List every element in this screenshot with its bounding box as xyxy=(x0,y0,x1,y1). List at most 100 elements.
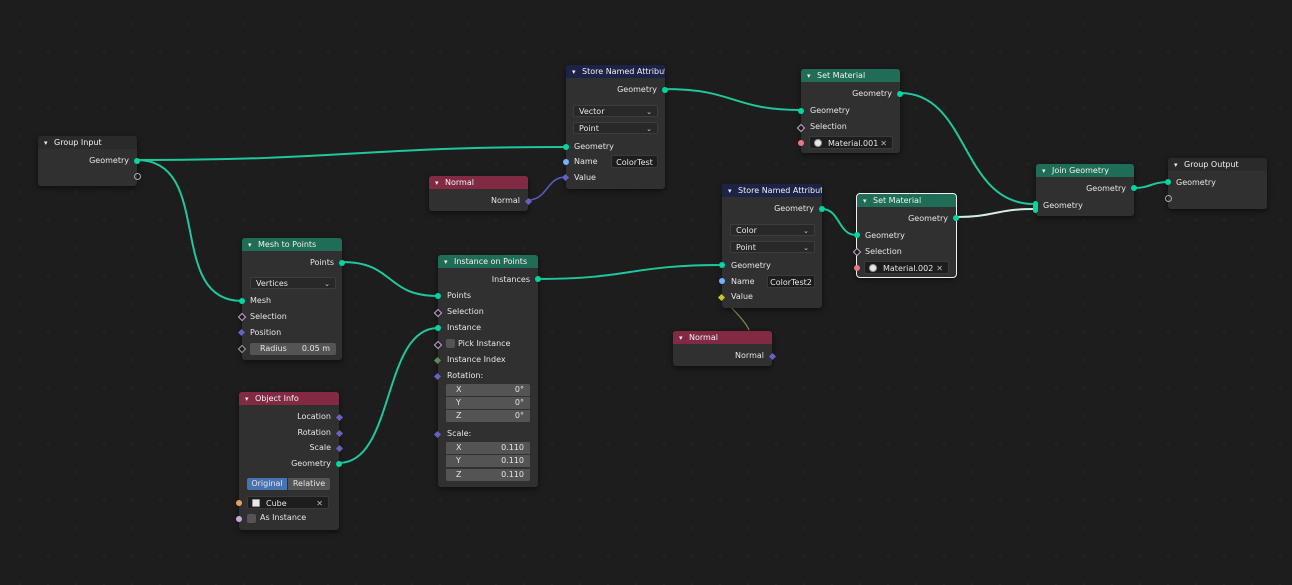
data-type-dropdown[interactable]: Vector ⌄ xyxy=(573,105,658,117)
empty-input-socket[interactable] xyxy=(1165,195,1172,202)
data-type-dropdown[interactable]: Color ⌄ xyxy=(730,224,815,236)
rotation-z-field[interactable]: Z 0° xyxy=(446,410,530,422)
object-input-socket[interactable] xyxy=(236,500,242,506)
set-material-node-2[interactable]: ▾ Set Material Geometry Geometry Selectio… xyxy=(852,193,959,278)
scale-y-field[interactable]: Y 0.110 xyxy=(446,455,530,467)
chevron-down-icon[interactable]: ▾ xyxy=(807,70,815,82)
scale-z-field[interactable]: Z 0.110 xyxy=(446,469,530,481)
geometry-output-socket[interactable] xyxy=(819,206,825,212)
name-field[interactable]: ColorTest xyxy=(611,155,658,168)
chevron-down-icon[interactable]: ▾ xyxy=(572,66,580,78)
rotation-output-socket[interactable] xyxy=(335,429,344,438)
selection-input-socket[interactable] xyxy=(796,123,806,133)
scale-output-socket[interactable] xyxy=(335,444,344,453)
rotation-input-socket[interactable] xyxy=(433,372,442,381)
selection-input-socket[interactable] xyxy=(852,247,862,257)
domain-dropdown[interactable]: Point ⌄ xyxy=(573,122,658,134)
mesh-to-points-node[interactable]: ▾ Mesh to Points Points Vertices ⌄ Mesh Se… xyxy=(237,238,345,360)
material-input-socket[interactable] xyxy=(854,265,860,271)
instance-input-socket[interactable] xyxy=(435,325,441,331)
geometry-input-socket[interactable] xyxy=(854,232,860,238)
location-output-socket[interactable] xyxy=(335,413,344,422)
set-material-node-1[interactable]: ▾ Set Material Geometry Geometry Selectio… xyxy=(796,69,903,153)
position-input-socket[interactable] xyxy=(237,328,246,337)
node-header[interactable]: ▾ Group Output xyxy=(1168,158,1267,171)
original-toggle[interactable]: Original xyxy=(247,478,287,490)
material-input-socket[interactable] xyxy=(798,140,804,146)
domain-dropdown[interactable]: Point ⌄ xyxy=(730,241,815,253)
radius-field[interactable]: Radius 0.05 m xyxy=(250,343,336,355)
mesh-input-socket[interactable] xyxy=(239,298,245,304)
geometry-input-socket[interactable] xyxy=(719,262,725,268)
selection-input-socket[interactable] xyxy=(237,312,247,322)
node-header[interactable]: ▾ Instance on Points xyxy=(438,255,538,268)
chevron-down-icon[interactable]: ▾ xyxy=(248,239,256,251)
rotation-x-field[interactable]: X 0° xyxy=(446,384,530,396)
geometry-output-socket[interactable] xyxy=(336,461,342,467)
geometry-output-socket[interactable] xyxy=(1131,185,1137,191)
store-named-attribute-node-2[interactable]: ▾ Store Named Attribute Geometry Color ⌄ P… xyxy=(717,184,825,308)
close-icon[interactable]: ✕ xyxy=(316,497,323,510)
object-info-node[interactable]: ▾ Object Info Location Rotation Scale Geo… xyxy=(236,392,344,530)
geometry-input-socket[interactable] xyxy=(798,108,804,114)
instance-on-points-node[interactable]: ▾ Instance on Points Instances Points Sel… xyxy=(433,255,541,487)
group-input-node[interactable]: ▾ Group Input Geometry xyxy=(38,136,141,186)
points-output-socket[interactable] xyxy=(339,260,345,266)
join-geometry-node[interactable]: ▾ Join Geometry Geometry Geometry xyxy=(1033,164,1137,216)
node-header[interactable]: ▾ Normal xyxy=(673,331,772,344)
group-output-node[interactable]: ▾ Group Output Geometry xyxy=(1165,158,1267,209)
node-header[interactable]: ▾ Store Named Attribute xyxy=(566,65,665,78)
scale-x-field[interactable]: X 0.110 xyxy=(446,442,530,454)
node-header[interactable]: ▾ Set Material xyxy=(857,194,956,207)
node-header[interactable]: ▾ Store Named Attribute xyxy=(722,184,822,197)
chevron-down-icon[interactable]: ▾ xyxy=(435,177,443,189)
close-icon[interactable]: ✕ xyxy=(880,137,887,150)
node-header[interactable]: ▾ Set Material xyxy=(801,69,900,82)
points-input-socket[interactable] xyxy=(435,293,441,299)
node-header[interactable]: ▾ Object Info xyxy=(239,392,339,405)
geometry-output-socket[interactable] xyxy=(662,87,668,93)
geometry-output-socket[interactable] xyxy=(897,91,903,97)
normal-output-socket[interactable] xyxy=(524,197,533,206)
geometry-input-socket[interactable] xyxy=(563,144,569,150)
geometry-output-socket[interactable] xyxy=(134,158,140,164)
node-header[interactable]: ▾ Normal xyxy=(429,176,528,189)
node-header[interactable]: ▾ Mesh to Points xyxy=(242,238,342,251)
store-named-attribute-node-1[interactable]: ▾ Store Named Attribute Geometry Vector ⌄ … xyxy=(561,65,668,189)
geometry-multi-input-socket[interactable] xyxy=(1033,201,1038,213)
node-header[interactable]: ▾ Group Input xyxy=(38,136,137,149)
material-field[interactable]: Material.001 ✕ xyxy=(809,136,893,149)
relative-toggle[interactable]: Relative xyxy=(288,478,330,490)
empty-output-socket[interactable] xyxy=(134,173,141,180)
name-field[interactable]: ColorTest2 xyxy=(767,275,815,288)
name-input-socket[interactable] xyxy=(563,159,569,165)
selection-input-socket[interactable] xyxy=(433,308,443,318)
scale-input-socket[interactable] xyxy=(433,430,442,439)
value-input-socket[interactable] xyxy=(717,293,726,302)
chevron-down-icon[interactable]: ▾ xyxy=(44,137,52,149)
normal-node-1[interactable]: ▾ Normal Normal xyxy=(429,176,533,211)
chevron-down-icon[interactable]: ▾ xyxy=(728,185,736,197)
close-icon[interactable]: ✕ xyxy=(936,262,943,275)
radius-input-socket[interactable] xyxy=(237,344,247,354)
chevron-down-icon[interactable]: ▾ xyxy=(444,256,452,268)
chevron-down-icon[interactable]: ▾ xyxy=(245,393,253,405)
object-field[interactable]: Cube ✕ xyxy=(247,496,329,509)
node-header[interactable]: ▾ Join Geometry xyxy=(1036,164,1134,177)
as-instance-checkbox[interactable] xyxy=(247,514,256,523)
geometry-input-socket[interactable] xyxy=(1165,179,1171,185)
chevron-down-icon[interactable]: ▾ xyxy=(863,195,871,207)
pick-instance-input-socket[interactable] xyxy=(433,340,443,350)
chevron-down-icon[interactable]: ▾ xyxy=(1042,165,1050,177)
pick-instance-checkbox[interactable] xyxy=(446,339,455,348)
as-instance-input-socket[interactable] xyxy=(236,516,242,522)
instances-output-socket[interactable] xyxy=(535,276,541,282)
material-field[interactable]: Material.002 ✕ xyxy=(864,261,949,274)
value-input-socket[interactable] xyxy=(561,173,570,182)
rotation-y-field[interactable]: Y 0° xyxy=(446,397,530,409)
geometry-output-socket[interactable] xyxy=(953,215,959,221)
mode-dropdown[interactable]: Vertices ⌄ xyxy=(250,277,336,289)
normal-node-2[interactable]: ▾ Normal Normal xyxy=(673,331,777,366)
chevron-down-icon[interactable]: ▾ xyxy=(679,332,687,344)
instance-index-input-socket[interactable] xyxy=(433,356,442,365)
